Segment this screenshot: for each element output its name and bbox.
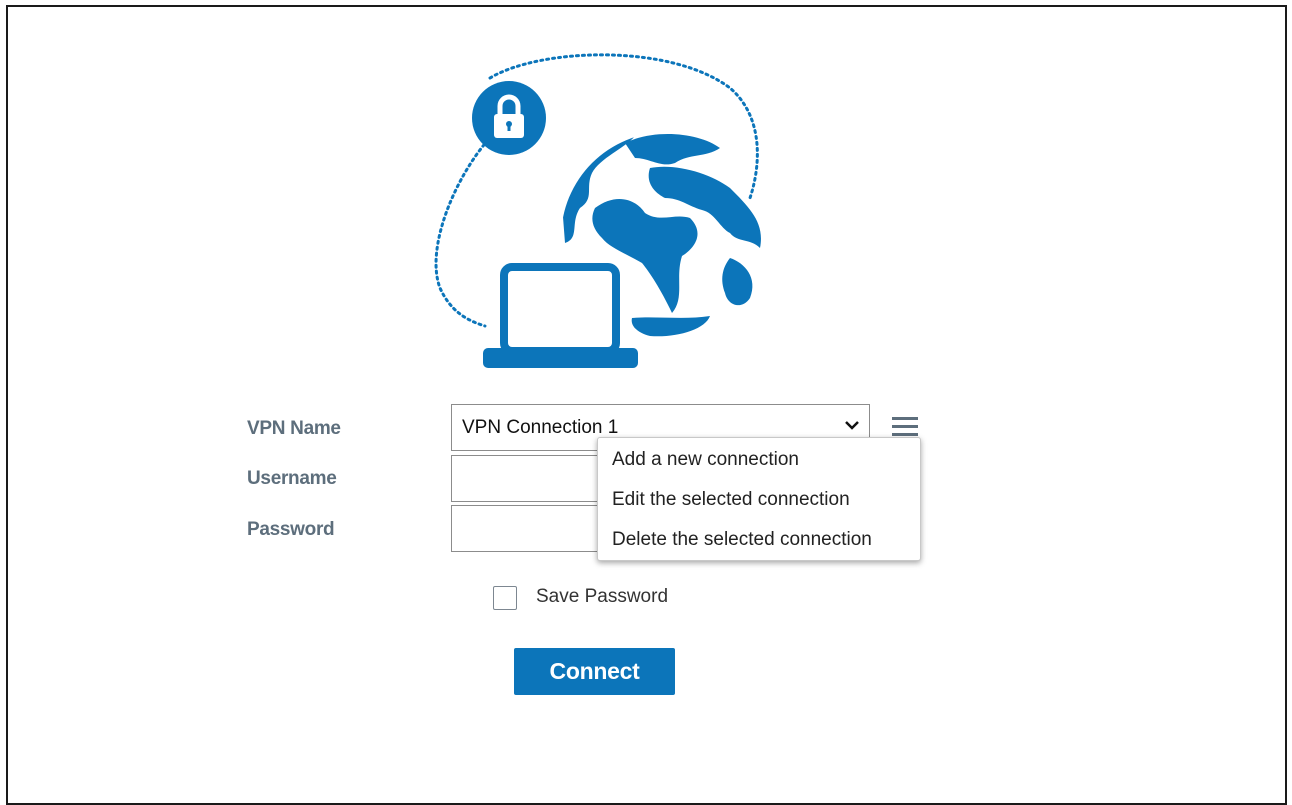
username-label: Username bbox=[247, 468, 337, 489]
vpn-name-label: VPN Name bbox=[247, 418, 341, 439]
connection-options-menu: Add a new connection Edit the selected c… bbox=[597, 437, 921, 561]
connect-button[interactable]: Connect bbox=[514, 648, 675, 695]
menu-item-add-connection[interactable]: Add a new connection bbox=[598, 442, 920, 482]
menu-item-edit-connection[interactable]: Edit the selected connection bbox=[598, 482, 920, 522]
save-password-label[interactable]: Save Password bbox=[536, 586, 668, 608]
vpn-name-selected-value: VPN Connection 1 bbox=[462, 416, 619, 438]
lock-icon bbox=[472, 81, 546, 155]
laptop-icon bbox=[483, 263, 638, 368]
menu-item-delete-connection[interactable]: Delete the selected connection bbox=[598, 522, 920, 562]
vpn-illustration bbox=[434, 53, 761, 368]
dotted-orbit-left bbox=[434, 138, 490, 328]
chevron-down-icon bbox=[845, 421, 859, 430]
password-label: Password bbox=[247, 519, 335, 540]
save-password-checkbox[interactable] bbox=[493, 586, 517, 610]
